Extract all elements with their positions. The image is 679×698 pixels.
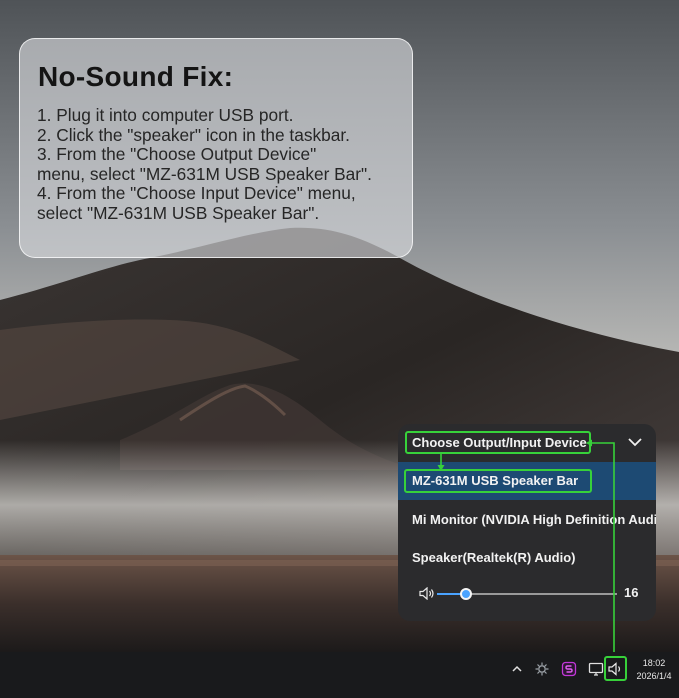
volume-slider[interactable] (437, 588, 617, 600)
speaker-icon (608, 662, 621, 676)
device-option-speaker-bar[interactable]: MZ-631M USB Speaker Bar (398, 462, 656, 500)
clock-time: 18:02 (642, 658, 666, 668)
instruction-step-2: 2. Click the "speaker" icon in the taskb… (37, 124, 350, 145)
device-option-realtek-speaker[interactable]: Speaker(Realtek(R) Audio) (398, 539, 656, 577)
speaker-icon[interactable] (419, 587, 435, 600)
volume-value: 16 (624, 585, 639, 600)
audio-device-flyout: Choose Output/Input Device MZ-631M USB S… (398, 424, 656, 621)
volume-thumb[interactable] (459, 588, 472, 600)
instruction-card: No-Sound Fix: 1. Plug it into computer U… (19, 38, 413, 258)
device-option-label: MZ-631M USB Speaker Bar (404, 469, 592, 493)
instruction-step-4: 4. From the "Choose Input Device" menu, … (37, 183, 356, 223)
clock-date: 2026/1/4 (636, 671, 672, 681)
device-option-monitor[interactable]: Mi Monitor (NVIDIA High Definition Audio… (398, 501, 656, 539)
flyout-header: Choose Output/Input Device (398, 424, 656, 460)
chevron-up-icon[interactable] (509, 661, 525, 677)
chevron-down-icon[interactable] (627, 436, 643, 448)
monitor-icon[interactable] (588, 661, 604, 677)
speaker-tray-button[interactable] (604, 656, 627, 681)
taskbar: 18:02 2026/1/4 (0, 652, 679, 698)
flyout-title: Choose Output/Input Device (405, 431, 591, 454)
network-icon[interactable] (534, 661, 550, 677)
app-s-icon[interactable] (561, 661, 577, 677)
volume-control: 16 (398, 578, 656, 608)
instruction-title: No-Sound Fix: (38, 61, 234, 92)
instruction-step-3: 3. From the "Choose Output Device" menu,… (37, 144, 372, 184)
instruction-step-1: 1. Plug it into computer USB port. (37, 105, 294, 125)
taskbar-clock[interactable]: 18:02 2026/1/4 (631, 657, 677, 683)
